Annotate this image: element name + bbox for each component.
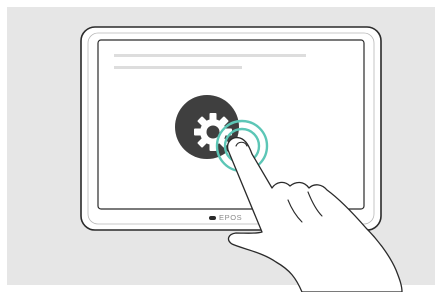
status-led [209, 216, 216, 220]
brand-label: EPOS [219, 213, 243, 223]
tablet-illustration [80, 26, 403, 292]
gear-icon [194, 113, 232, 151]
placeholder-line-top [114, 54, 306, 57]
illustration-scene: EPOS [0, 0, 442, 292]
placeholder-line-bottom [114, 66, 242, 69]
brand-logo: EPOS [209, 212, 242, 224]
